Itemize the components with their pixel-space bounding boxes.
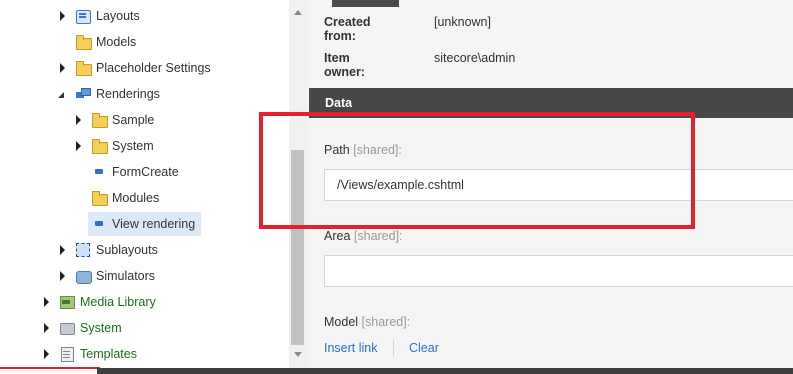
expand-arrow-icon[interactable] <box>42 342 52 366</box>
expand-arrow-icon[interactable] <box>58 238 68 262</box>
tree-item-label: FormCreate <box>112 165 179 179</box>
highlight-box <box>259 112 695 229</box>
tree-item-label: Models <box>96 35 137 49</box>
scroll-up-arrow-icon[interactable] <box>294 10 302 15</box>
model-field-label: Model [shared]: <box>324 315 410 329</box>
tree-item-label: Renderings <box>96 87 160 101</box>
tree-item-label: Sublayouts <box>96 243 158 257</box>
folder-icon <box>91 138 108 154</box>
scroll-down-arrow-icon[interactable] <box>294 352 302 357</box>
simulators-icon <box>75 268 92 284</box>
content-tree: Layouts Models Placeholder Settings Rend… <box>0 0 289 370</box>
tree-item-label: Media Library <box>80 295 156 309</box>
folder-icon <box>75 34 92 50</box>
tree-item-modules[interactable]: Modules <box>74 186 274 210</box>
item-owner-label: Item owner: <box>324 51 365 79</box>
bottom-dark-bar <box>97 368 793 374</box>
tree-item-media-library[interactable]: Media Library <box>42 290 272 314</box>
folder-icon <box>91 190 108 206</box>
rendering-item-icon <box>91 164 107 180</box>
tree-item-label: System <box>80 321 122 335</box>
model-label: Model <box>324 315 359 329</box>
system-icon <box>59 320 75 336</box>
rendering-item-icon <box>91 216 107 232</box>
tree-item-renderings[interactable]: Renderings <box>58 82 278 106</box>
sublayouts-icon <box>75 242 91 258</box>
section-title: Data <box>325 96 353 110</box>
tree-item-simulators[interactable]: Simulators <box>58 264 278 288</box>
media-library-icon <box>59 294 75 310</box>
tree-item-label: View rendering <box>112 217 196 231</box>
layouts-icon <box>75 8 91 24</box>
tree-item-layouts[interactable]: Layouts <box>58 4 278 28</box>
expand-arrow-icon[interactable] <box>74 108 84 132</box>
clear-button[interactable]: Clear <box>409 341 439 355</box>
tree-item-label: Simulators <box>96 269 156 283</box>
folder-icon <box>91 112 108 128</box>
expand-arrow-icon[interactable] <box>58 56 68 80</box>
area-shared-tag: [shared]: <box>353 229 403 243</box>
created-from-value: [unknown] <box>434 15 491 29</box>
tree-item-label: System <box>112 139 154 153</box>
renderings-icon <box>75 86 91 102</box>
folder-icon <box>75 60 92 76</box>
bottom-red-line <box>0 367 100 369</box>
editor-tab[interactable] <box>332 0 399 7</box>
created-from-label: Created from: <box>324 15 371 43</box>
expand-arrow-icon[interactable] <box>42 316 52 340</box>
item-owner-value: sitecore\admin <box>434 51 516 65</box>
collapse-arrow-icon[interactable] <box>58 82 68 106</box>
expand-arrow-icon[interactable] <box>58 264 68 288</box>
link-separator <box>393 340 394 356</box>
expand-arrow-icon[interactable] <box>42 290 52 314</box>
tree-item-sample[interactable]: Sample <box>74 108 274 132</box>
templates-icon <box>59 346 75 362</box>
tree-item-label: Templates <box>80 347 137 361</box>
tree-item-label: Layouts <box>96 9 140 23</box>
area-input[interactable] <box>324 255 793 287</box>
model-shared-tag: [shared]: <box>361 315 411 329</box>
tree-item-label: Placeholder Settings <box>96 61 211 75</box>
tree-item-templates[interactable]: Templates <box>42 342 272 366</box>
tree-item-label: Sample <box>112 113 155 127</box>
area-label: Area <box>324 229 351 243</box>
expand-arrow-icon[interactable] <box>58 4 68 28</box>
tree-item-system[interactable]: System <box>42 316 272 340</box>
expand-arrow-icon[interactable] <box>74 134 84 158</box>
tree-item-sublayouts[interactable]: Sublayouts <box>58 238 278 262</box>
tree-item-view-rendering[interactable]: View rendering <box>88 212 201 236</box>
tree-item-system-renderings[interactable]: System <box>74 134 274 158</box>
tree-item-formcreate[interactable]: FormCreate <box>74 160 274 184</box>
tree-item-label: Modules <box>112 191 160 205</box>
insert-link-button[interactable]: Insert link <box>324 341 378 355</box>
tree-item-placeholder-settings[interactable]: Placeholder Settings <box>58 56 278 80</box>
area-field-label: Area [shared]: <box>324 229 403 243</box>
tree-item-models[interactable]: Models <box>58 30 278 54</box>
